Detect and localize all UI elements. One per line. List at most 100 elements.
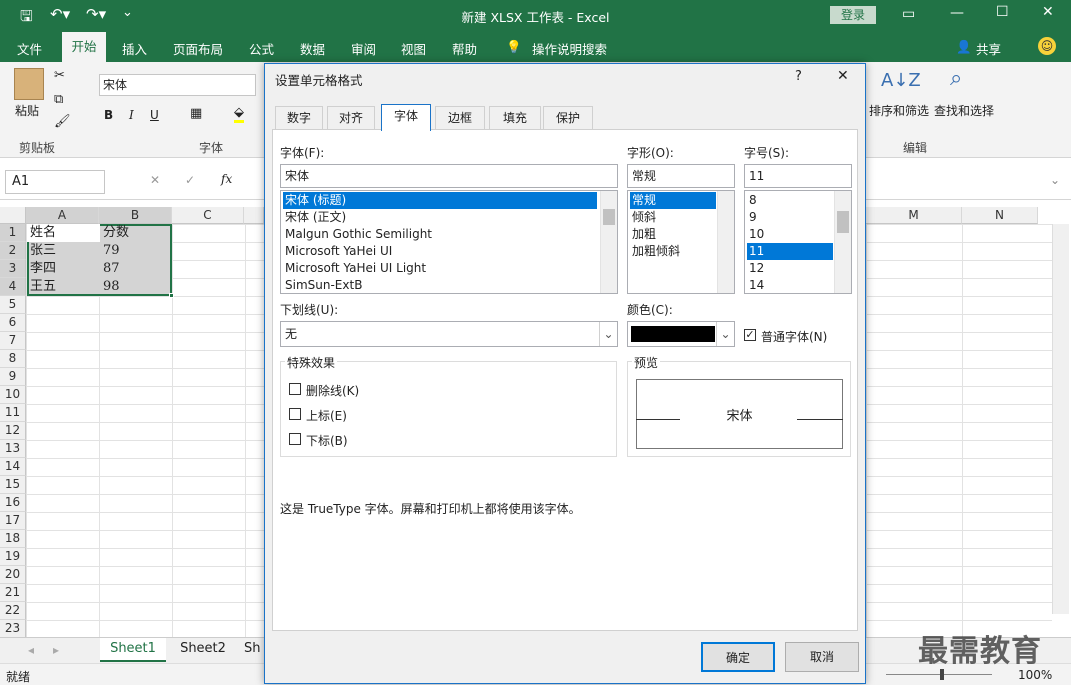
tab-protection[interactable]: 保护	[543, 106, 593, 130]
column-header-a[interactable]: A	[26, 207, 99, 224]
font-list[interactable]: 宋体 (标题) 宋体 (正文) Malgun Gothic Semilight …	[280, 190, 618, 294]
italic-button[interactable]: I	[129, 108, 134, 122]
tab-fill[interactable]: 填充	[489, 106, 541, 130]
list-item[interactable]: 加粗倾斜	[630, 243, 680, 260]
list-item[interactable]: 8	[747, 192, 757, 209]
list-item[interactable]: 9	[747, 209, 757, 226]
share-button[interactable]: 共享	[976, 39, 1001, 58]
column-header-c[interactable]: C	[172, 207, 244, 224]
cell-b3[interactable]: 87	[100, 260, 120, 278]
strikethrough-checkbox[interactable]	[289, 383, 301, 395]
row-header[interactable]: 15	[0, 476, 26, 494]
column-header-n[interactable]: N	[962, 207, 1038, 224]
list-item[interactable]: 14	[747, 277, 764, 294]
row-header[interactable]: 7	[0, 332, 26, 350]
next-sheet-icon[interactable]: ▸	[53, 643, 59, 657]
tell-me-search[interactable]: 操作说明搜索	[532, 39, 607, 58]
row-header[interactable]: 21	[0, 584, 26, 602]
borders-icon[interactable]: ▦	[190, 106, 202, 121]
zoom-thumb[interactable]	[940, 669, 944, 680]
find-icon[interactable]: ⌕	[950, 66, 962, 91]
zoom-level[interactable]: 100%	[1018, 668, 1052, 682]
row-header[interactable]: 6	[0, 314, 26, 332]
row-header[interactable]: 9	[0, 368, 26, 386]
sheet-tab[interactable]: Sheet2	[170, 638, 236, 662]
row-header[interactable]: 19	[0, 548, 26, 566]
row-header[interactable]: 4	[0, 278, 26, 296]
cell-a4[interactable]: 王五	[27, 278, 56, 296]
zoom-slider[interactable]	[886, 674, 992, 675]
size-list[interactable]: 8 9 10 11 12 14	[744, 190, 852, 294]
subscript-label[interactable]: 下标(B)	[306, 432, 348, 449]
sort-filter-button[interactable]: 排序和筛选	[869, 102, 929, 119]
smiley-icon[interactable]: ☺	[1038, 37, 1056, 55]
normal-font-label[interactable]: 普通字体(N)	[761, 328, 827, 345]
ok-button[interactable]: 确定	[701, 642, 775, 672]
list-item[interactable]: 倾斜	[630, 209, 656, 226]
find-select-button[interactable]: 查找和选择	[934, 102, 994, 119]
format-painter-icon[interactable]: 🖌	[54, 114, 71, 129]
underline-select[interactable]: 无 ⌄	[280, 321, 618, 347]
close-window-icon[interactable]: ✕	[1042, 4, 1054, 20]
row-header[interactable]: 22	[0, 602, 26, 620]
row-header[interactable]: 20	[0, 566, 26, 584]
vertical-scrollbar[interactable]	[1052, 224, 1069, 614]
row-header[interactable]: 14	[0, 458, 26, 476]
normal-font-checkbox[interactable]: ✓	[744, 329, 756, 341]
list-item[interactable]: 加粗	[630, 226, 656, 243]
fill-color-icon[interactable]: ⬙	[234, 105, 244, 123]
tab-data[interactable]: 数据	[300, 39, 325, 58]
tab-font[interactable]: 字体	[381, 104, 431, 131]
row-header[interactable]: 23	[0, 620, 26, 638]
row-header[interactable]: 11	[0, 404, 26, 422]
tab-border[interactable]: 边框	[435, 106, 485, 130]
paste-icon[interactable]	[14, 68, 44, 100]
cell-a2[interactable]: 张三	[27, 242, 56, 260]
row-header[interactable]: 16	[0, 494, 26, 512]
ribbon-display-icon[interactable]: ▭	[902, 6, 915, 22]
color-picker[interactable]: ⌄	[627, 321, 735, 347]
tab-home[interactable]: 开始	[62, 32, 106, 62]
row-header[interactable]: 12	[0, 422, 26, 440]
style-input[interactable]: 常规	[627, 164, 735, 188]
row-header[interactable]: 18	[0, 530, 26, 548]
row-header[interactable]: 3	[0, 260, 26, 278]
expand-formula-icon[interactable]: ⌄	[1050, 173, 1060, 187]
help-button[interactable]: ?	[795, 69, 802, 84]
style-list-scrollbar[interactable]	[717, 191, 734, 293]
select-all-corner[interactable]	[0, 207, 26, 224]
fill-handle[interactable]	[169, 293, 174, 298]
column-header-b[interactable]: B	[99, 207, 172, 224]
confirm-entry-icon[interactable]: ✓	[185, 173, 195, 187]
list-item[interactable]: SimSun-ExtB	[283, 277, 362, 294]
tab-insert[interactable]: 插入	[122, 39, 147, 58]
cut-icon[interactable]: ✂	[54, 68, 65, 83]
close-dialog-button[interactable]: ✕	[837, 68, 849, 84]
tab-review[interactable]: 审阅	[351, 39, 376, 58]
subscript-checkbox[interactable]	[289, 433, 301, 445]
strikethrough-label[interactable]: 删除线(K)	[306, 382, 359, 399]
cancel-button[interactable]: 取消	[785, 642, 859, 672]
row-header[interactable]: 13	[0, 440, 26, 458]
cell-b2[interactable]: 79	[100, 242, 120, 260]
cell-b1[interactable]: 分数	[100, 224, 129, 242]
tab-file[interactable]: 文件	[17, 39, 42, 58]
cancel-entry-icon[interactable]: ✕	[150, 173, 160, 187]
tab-help[interactable]: 帮助	[452, 39, 477, 58]
cell-a3[interactable]: 李四	[27, 260, 56, 278]
sheet-tab[interactable]: Sh	[244, 638, 264, 662]
list-item[interactable]: Malgun Gothic Semilight	[283, 226, 432, 243]
row-header[interactable]: 2	[0, 242, 26, 260]
size-list-scrollbar[interactable]	[834, 191, 851, 293]
chevron-down-icon[interactable]: ⌄	[599, 322, 617, 346]
login-button[interactable]: 登录	[830, 6, 876, 24]
list-item[interactable]: 10	[747, 226, 764, 243]
chevron-down-icon[interactable]: ⌄	[716, 322, 734, 346]
tab-view[interactable]: 视图	[401, 39, 426, 58]
sort-filter-icon[interactable]: A↓Z	[881, 70, 921, 91]
cell-a1[interactable]: 姓名	[27, 224, 56, 242]
insert-function-button[interactable]: fx	[221, 172, 232, 186]
tab-number[interactable]: 数字	[275, 106, 323, 130]
style-list[interactable]: 常规 倾斜 加粗 加粗倾斜	[627, 190, 735, 294]
row-header[interactable]: 17	[0, 512, 26, 530]
